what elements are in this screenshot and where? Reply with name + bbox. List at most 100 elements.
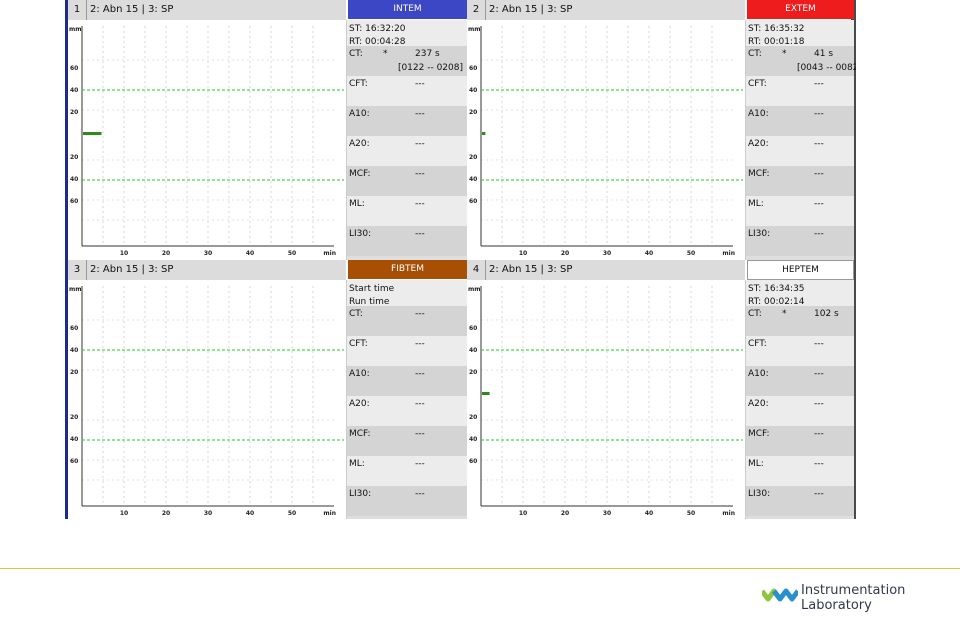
x-tick-label: 20 <box>162 250 170 257</box>
y-tick-label: 40 <box>469 347 477 354</box>
result-label: CFT: <box>349 339 368 349</box>
y-tick-label: 40 <box>469 87 477 94</box>
reference-range: [0043 -- 0082] <box>796 63 856 73</box>
result-row: A10: --- <box>347 106 467 136</box>
temogram-plot[interactable]: mm 60 40 20 20 40 60 10 20 30 40 50 min <box>68 20 347 260</box>
y-tick-label: 20 <box>70 369 78 376</box>
patient-name[interactable]: 2: Abn 15 | 3: SP <box>486 0 745 20</box>
temogram-plot[interactable]: mm 60 40 20 20 40 60 10 20 30 40 50 min <box>467 280 746 519</box>
result-row: LI30: --- <box>746 226 854 256</box>
trace-bar <box>482 392 490 395</box>
result-label: LI30: <box>748 229 771 239</box>
result-label: ML: <box>349 199 365 209</box>
result-row: ML: --- <box>347 196 467 226</box>
result-label: CT: <box>748 49 762 59</box>
result-row-ct: CT: * 41 s [0043 -- 0082] <box>746 46 856 76</box>
x-tick-label: 50 <box>687 250 695 257</box>
x-tick-label: 40 <box>645 250 653 257</box>
time-info: ST: 16:34:35 RT: 00:02:14 <box>746 280 854 307</box>
trace-bar <box>482 132 486 135</box>
result-value: 102 s <box>814 309 839 319</box>
y-tick-label: 60 <box>70 198 78 205</box>
result-value: --- <box>415 229 425 239</box>
result-value: --- <box>415 369 425 379</box>
result-label: MCF: <box>748 429 770 439</box>
y-tick-label: 40 <box>469 176 477 183</box>
result-row: CFT: --- <box>347 76 467 106</box>
channel-header: 1 2: Abn 15 | 3: SP INTEM <box>68 0 467 20</box>
result-value: --- <box>814 79 824 89</box>
result-row: MCF: --- <box>746 166 854 196</box>
result-label: A20: <box>349 399 370 409</box>
result-value: --- <box>814 339 824 349</box>
test-name-button[interactable]: INTEM <box>348 0 467 19</box>
y-tick-label: 20 <box>469 109 477 116</box>
test-name-button[interactable]: HEPTEM <box>747 260 854 280</box>
result-label: A20: <box>748 139 769 149</box>
result-value: --- <box>415 79 425 89</box>
channel-2: 2 2: Abn 15 | 3: SP EXTEM mm 60 40 20 20 40 60 10 2… <box>467 0 856 260</box>
y-tick-label: 20 <box>70 109 78 116</box>
result-row: LI30: --- <box>347 486 467 516</box>
channel-number[interactable]: 1 <box>68 0 87 20</box>
result-label: CT: <box>748 309 762 319</box>
y-tick-label: 20 <box>70 154 78 161</box>
result-row: MCF: --- <box>347 166 467 196</box>
result-label: LI30: <box>349 229 372 239</box>
patient-name[interactable]: 2: Abn 15 | 3: SP <box>486 260 745 280</box>
time-info: ST: 16:32:20 RT: 00:04:28 <box>347 20 467 47</box>
result-label: A20: <box>349 139 370 149</box>
results-panel: Start time Run time CT: --- CFT: --- A10: --- A2… <box>347 280 467 519</box>
x-tick-label: 30 <box>204 250 212 257</box>
result-value: --- <box>415 339 425 349</box>
y-unit-label: mm <box>468 26 481 33</box>
results-panel: ST: 16:34:35 RT: 00:02:14 CT: * 102 s CFT: ---… <box>746 280 854 519</box>
y-tick-label: 60 <box>469 325 477 332</box>
result-value: --- <box>415 309 425 319</box>
test-name-button[interactable]: FIBTEM <box>348 260 467 279</box>
channel-number[interactable]: 4 <box>467 260 486 280</box>
result-flag: * <box>782 49 787 59</box>
temogram-svg: mm 60 40 20 20 40 60 10 20 30 40 50 min <box>468 286 743 517</box>
patient-name[interactable]: 2: Abn 15 | 3: SP <box>87 260 346 280</box>
x-tick-label: 20 <box>561 250 569 257</box>
time-info: Start time Run time <box>347 280 467 307</box>
channel-header: 4 2: Abn 15 | 3: SP HEPTEM <box>467 260 854 280</box>
result-row: A10: --- <box>746 106 854 136</box>
x-tick-label: 30 <box>204 510 212 517</box>
channel-number[interactable]: 2 <box>467 0 486 20</box>
result-label: A10: <box>748 109 769 119</box>
reference-range: [0122 -- 0208] <box>397 63 463 73</box>
result-label: ML: <box>748 459 764 469</box>
result-value: --- <box>415 459 425 469</box>
result-value: --- <box>415 489 425 499</box>
x-tick-label: 40 <box>246 250 254 257</box>
temogram-plot[interactable]: mm 60 40 20 20 40 60 10 20 30 40 50 min <box>467 20 746 260</box>
result-label: A10: <box>349 109 370 119</box>
channel-header: 3 2: Abn 15 | 3: SP FIBTEM <box>68 260 467 280</box>
result-label: A10: <box>748 369 769 379</box>
footer-divider <box>0 568 960 569</box>
result-label: A20: <box>748 399 769 409</box>
rotem-screen: 1 2: Abn 15 | 3: SP INTEM mm 60 40 20 20 40 60 10 2… <box>65 0 856 519</box>
y-tick-label: 20 <box>469 154 477 161</box>
test-name-button[interactable]: EXTEM <box>747 0 854 19</box>
y-tick-label: 20 <box>70 414 78 421</box>
result-value: 41 s <box>814 49 834 59</box>
y-tick-label: 60 <box>70 325 78 332</box>
y-tick-label: 60 <box>70 65 78 72</box>
x-tick-label: 50 <box>288 510 296 517</box>
y-tick-label: 40 <box>70 87 78 94</box>
channel-1: 1 2: Abn 15 | 3: SP INTEM mm 60 40 20 20 40 60 10 2… <box>68 0 467 260</box>
x-tick-label: 40 <box>246 510 254 517</box>
y-tick-label: 60 <box>469 198 477 205</box>
x-unit-label: min <box>722 510 735 517</box>
channel-number[interactable]: 3 <box>68 260 87 280</box>
x-tick-label: 50 <box>687 510 695 517</box>
x-tick-label: 50 <box>288 250 296 257</box>
temogram-plot[interactable]: mm 60 40 20 20 40 60 10 20 30 40 50 min <box>68 280 347 519</box>
result-row: A10: --- <box>347 366 467 396</box>
brand-line-2: Laboratory <box>801 598 872 613</box>
result-row: A10: --- <box>746 366 854 396</box>
patient-name[interactable]: 2: Abn 15 | 3: SP <box>87 0 346 20</box>
